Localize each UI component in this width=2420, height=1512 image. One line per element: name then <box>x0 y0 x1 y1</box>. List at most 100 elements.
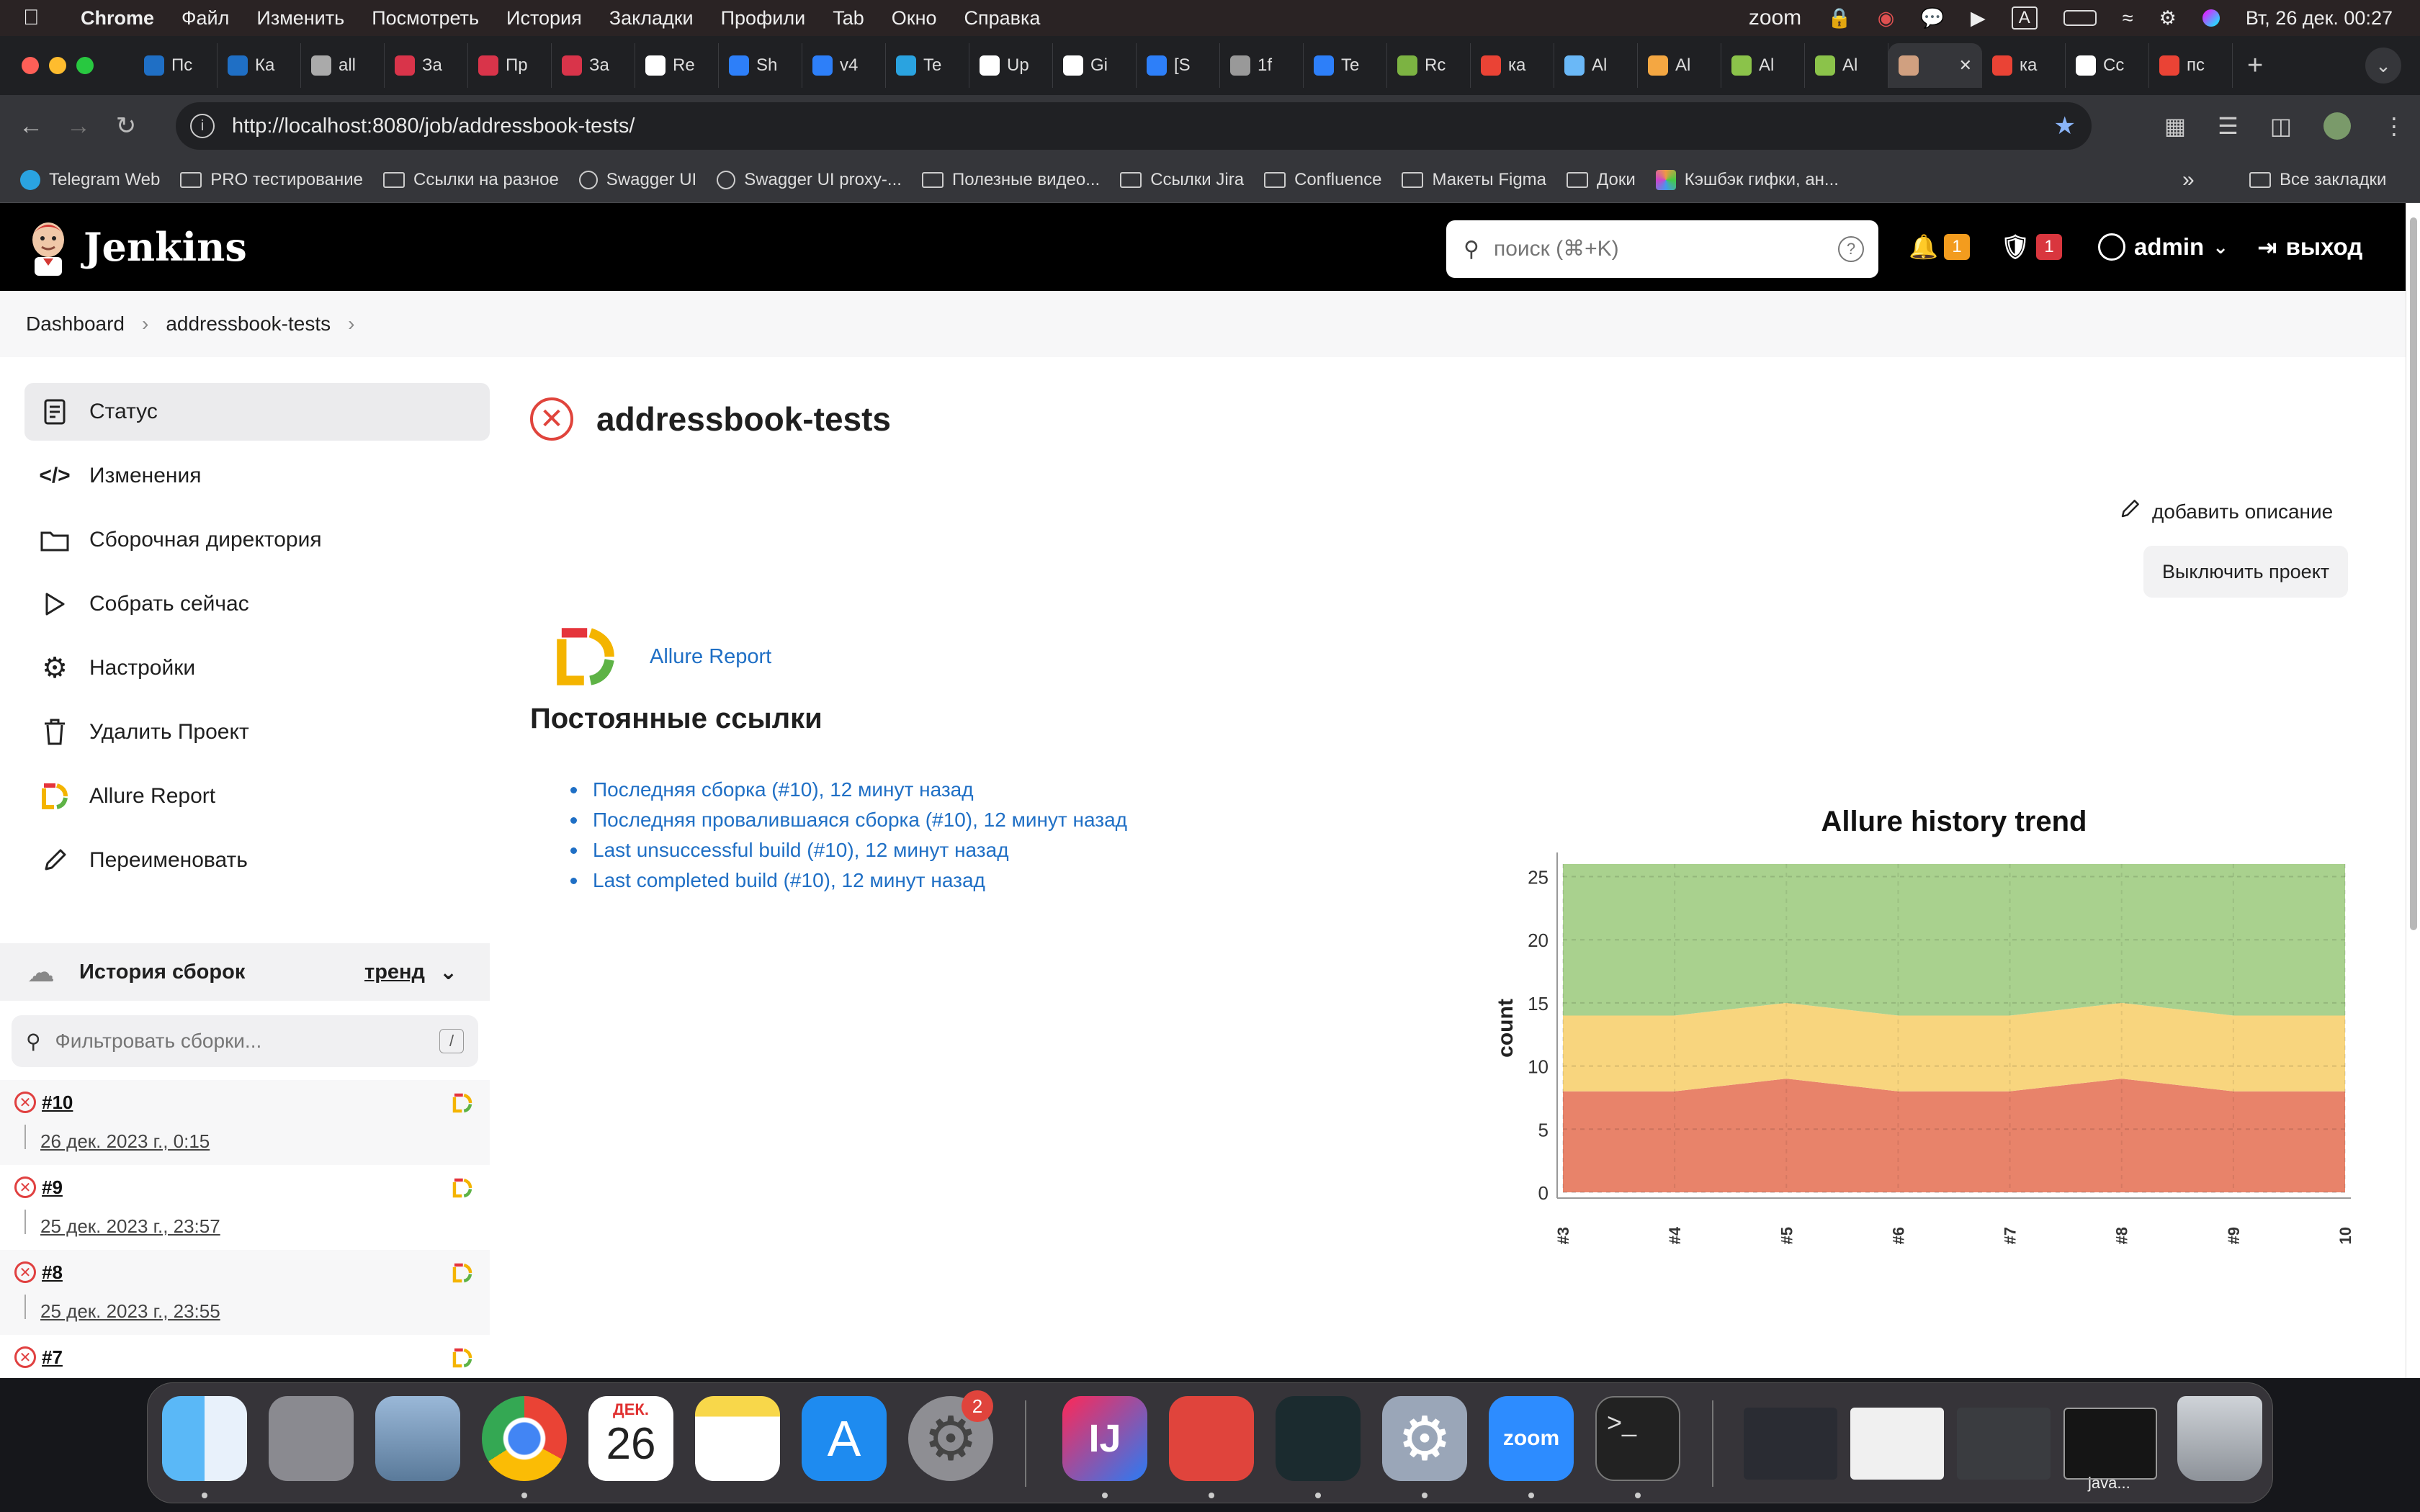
build-row[interactable]: ✕ #7 <box>0 1335 490 1378</box>
browser-tab[interactable]: За <box>385 43 468 88</box>
record-icon[interactable]: ◉ <box>1878 7 1895 30</box>
close-tab-icon[interactable]: ✕ <box>1959 56 1972 75</box>
sidebar-item-workspace[interactable]: Сборочная директория <box>24 511 490 569</box>
zoom-app-icon[interactable]: zoom <box>1489 1396 1574 1481</box>
minimized-window-thumbnail[interactable] <box>1850 1408 1944 1480</box>
battery-icon[interactable] <box>2063 10 2097 26</box>
browser-tab[interactable]: Gi <box>1053 43 1137 88</box>
browser-tab[interactable]: Rc <box>1387 43 1471 88</box>
notes-icon[interactable] <box>695 1396 780 1481</box>
wifi-icon[interactable]: ≈ <box>2123 7 2133 30</box>
allure-icon[interactable] <box>452 1263 472 1283</box>
address-bar[interactable]: i http://localhost:8080/job/addressbook-… <box>176 102 2092 150</box>
allure-icon[interactable] <box>452 1178 472 1198</box>
gitkraken-icon[interactable] <box>1276 1396 1361 1481</box>
extensions-icon[interactable]: ▦ <box>2164 112 2186 140</box>
allure-report-link[interactable]: Allure Report <box>553 626 771 687</box>
chat-icon[interactable]: 💬 <box>1920 6 1945 30</box>
sidebar-item-changes[interactable]: </> Изменения <box>24 447 490 505</box>
allure-history-trend-chart[interactable]: Allure history trend count 0 5 10 15 20 25 #3 #4 #… <box>1491 798 2362 1244</box>
add-description-button[interactable]: добавить описание <box>2119 498 2333 525</box>
browser-tab[interactable]: Пр <box>468 43 552 88</box>
sidebar-item-delete-project[interactable]: Удалить Проект <box>24 703 490 761</box>
sidebar-item-configure[interactable]: ⚙ Настройки <box>24 639 490 697</box>
intellij-icon[interactable]: IJ <box>1062 1396 1147 1481</box>
browser-tab[interactable]: [S <box>1137 43 1220 88</box>
minimize-window-button[interactable] <box>49 57 66 74</box>
bookmark-item[interactable]: PRO тестирование <box>180 170 363 190</box>
browser-tab[interactable]: 1f <box>1220 43 1304 88</box>
sidebar-item-build-now[interactable]: Собрать сейчас <box>24 575 490 633</box>
browser-tab[interactable]: Cc <box>2066 43 2149 88</box>
bookmark-item[interactable]: Полезные видео... <box>921 170 1100 190</box>
browser-tab[interactable]: Te <box>1304 43 1387 88</box>
close-window-button[interactable] <box>22 57 39 74</box>
allure-icon[interactable] <box>452 1093 472 1113</box>
browser-tab[interactable]: ка <box>1982 43 2066 88</box>
minimized-window-thumbnail[interactable] <box>2063 1408 2157 1480</box>
menubar-app-name[interactable]: Chrome <box>81 7 154 30</box>
lock-icon[interactable]: 🔒 <box>1827 6 1852 30</box>
permalink-item[interactable]: Последняя сборка (#10), 12 минут назад <box>570 775 1127 805</box>
sidebar-item-allure-report[interactable]: Allure Report <box>24 768 490 825</box>
browser-tab[interactable]: пс <box>2149 43 2233 88</box>
scrollbar-thumb[interactable] <box>2410 217 2417 930</box>
forward-button[interactable]: → <box>55 112 102 140</box>
terminal-icon[interactable]: >_ <box>1595 1396 1680 1481</box>
browser-tab[interactable]: Sh <box>719 43 802 88</box>
disable-project-button[interactable]: Выключить проект <box>2143 546 2349 598</box>
app-store-icon[interactable]: A <box>802 1396 887 1481</box>
permalink-item[interactable]: Last completed build (#10), 12 минут наз… <box>570 865 1127 896</box>
user-menu[interactable]: admin ⌄ <box>2098 233 2228 261</box>
notifications-button[interactable]: 🔔 1 <box>1909 233 1971 261</box>
menubar-clock[interactable]: Вт, 26 дек. 00:27 <box>2246 7 2393 30</box>
browser-tab[interactable]: Al <box>1805 43 1888 88</box>
bookmark-item[interactable]: Swagger UI proxy-... <box>717 170 902 190</box>
bookmark-item[interactable]: Swagger UI <box>578 170 696 190</box>
browser-tab[interactable]: v4 <box>802 43 886 88</box>
tab-search-button[interactable]: ⌄ <box>2365 48 2401 84</box>
sidebar-item-rename[interactable]: Переименовать <box>24 832 490 889</box>
chevron-right-icon[interactable]: › <box>348 312 354 336</box>
address-bar-url[interactable]: http://localhost:8080/job/addressbook-te… <box>232 114 635 138</box>
browser-tab[interactable]: Al <box>1721 43 1805 88</box>
menubar-item[interactable]: Профили <box>721 7 806 30</box>
build-row[interactable]: ✕ #10 26 дек. 2023 г., 0:15 <box>0 1080 490 1165</box>
browser-tab[interactable]: Al <box>1638 43 1721 88</box>
allure-logo-icon[interactable] <box>553 626 618 687</box>
security-button[interactable]: 🛡 1 <box>2000 233 2062 261</box>
browser-tab[interactable]: Te <box>886 43 969 88</box>
build-number-link[interactable]: #8 <box>42 1261 63 1284</box>
jenkins-search-input[interactable] <box>1493 237 1803 261</box>
menubar-item[interactable]: Файл <box>182 7 229 30</box>
build-date-link[interactable]: 26 дек. 2023 г., 0:15 <box>40 1130 210 1153</box>
bookmark-item[interactable]: Confluence <box>1264 170 1381 190</box>
trend-link[interactable]: тренд <box>364 960 425 984</box>
browser-tab[interactable]: Ка <box>218 43 301 88</box>
bookmark-star-icon[interactable]: ★ <box>2054 112 2076 140</box>
bookmarks-overflow-icon[interactable]: » <box>2182 168 2195 192</box>
build-date-link[interactable]: 25 дек. 2023 г., 23:57 <box>40 1215 220 1238</box>
logout-button[interactable]: ⇥ выход <box>2257 233 2362 261</box>
calendar-icon[interactable]: ДЕК. 26 <box>588 1396 673 1481</box>
jenkins-search-box[interactable]: ⚲ ? <box>1446 220 1878 278</box>
media-controls-icon[interactable]: ☰ <box>2218 112 2238 140</box>
chat-app-icon[interactable] <box>1169 1396 1254 1481</box>
finder-icon[interactable] <box>162 1396 247 1481</box>
build-number-link[interactable]: #9 <box>42 1176 63 1199</box>
chrome-menu-icon[interactable]: ⋮ <box>2383 112 2406 140</box>
site-info-icon[interactable]: i <box>190 114 215 138</box>
menubar-item[interactable]: Окно <box>892 7 937 30</box>
allure-report-link-text[interactable]: Allure Report <box>650 645 771 669</box>
browser-tab[interactable]: Пс <box>134 43 218 88</box>
apple-icon[interactable]:  <box>23 6 52 30</box>
browser-tab[interactable]: all <box>301 43 385 88</box>
all-bookmarks[interactable]: Все закладки <box>2249 170 2386 190</box>
permalink-item[interactable]: Last unsuccessful build (#10), 12 минут … <box>570 835 1127 865</box>
new-tab-button[interactable]: + <box>2247 50 2263 81</box>
menubar-item[interactable]: Закладки <box>609 7 694 30</box>
jenkins-logo[interactable]: Jenkins <box>26 218 247 276</box>
minimized-window-thumbnail[interactable] <box>1744 1408 1837 1480</box>
breadcrumb-dashboard[interactable]: Dashboard <box>26 312 125 336</box>
maximize-window-button[interactable] <box>76 57 94 74</box>
